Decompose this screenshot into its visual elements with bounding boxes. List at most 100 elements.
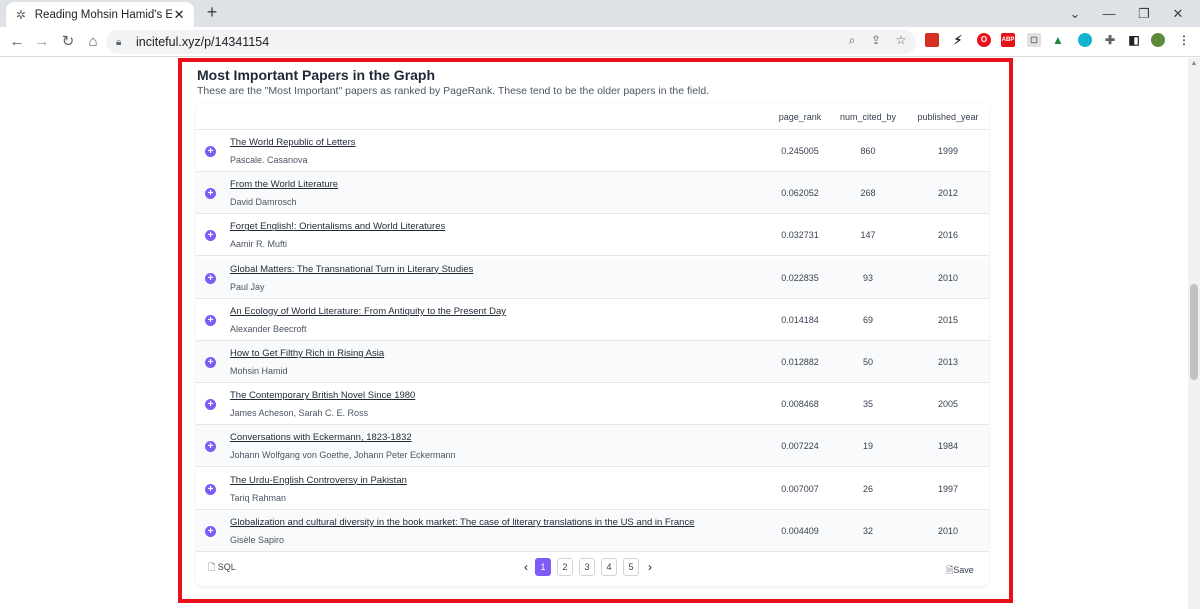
menu-kebab-icon[interactable]: ⋮: [1177, 33, 1191, 47]
lock-icon: 🔒︎: [116, 36, 122, 48]
new-tab-button[interactable]: +: [203, 3, 221, 21]
scroll-thumb[interactable]: [1190, 284, 1198, 380]
paper-authors: Paul Jay: [230, 281, 265, 292]
table-row: + An Ecology of World Literature: From An…: [196, 299, 989, 341]
published-year-cell: 2010: [937, 272, 959, 283]
expand-plus-icon[interactable]: +: [205, 146, 216, 157]
save-button[interactable]: 🗎︎Save: [946, 563, 974, 579]
extension-red-icon[interactable]: [925, 33, 939, 47]
sql-button[interactable]: 🗋︎ SQL: [208, 560, 236, 576]
paper-authors: Gisèle Sapiro: [230, 534, 285, 545]
forward-arrow-icon[interactable]: →: [33, 33, 51, 51]
reload-icon[interactable]: ↻: [59, 33, 77, 51]
table-row: + From the World Literature David Damrosch…: [196, 172, 989, 215]
page-rank-cell: 0.004409: [781, 525, 819, 536]
scroll-up-arrow-icon[interactable]: ▲: [1190, 60, 1198, 68]
extension-circle-icon[interactable]: [1078, 33, 1092, 47]
paper-title-link[interactable]: From the World Literature: [230, 179, 338, 190]
page-3-button[interactable]: 3: [579, 558, 595, 576]
num-cited-by-cell: 69: [862, 314, 873, 325]
home-icon[interactable]: ⌂: [84, 33, 102, 51]
expand-plus-icon[interactable]: +: [205, 230, 216, 242]
opera-extension-icon[interactable]: O: [977, 33, 991, 47]
table-header: page_rank num_cited_by published_year: [196, 104, 989, 130]
paper-title-link[interactable]: Forget English!: Orientalisms and World …: [230, 221, 445, 232]
num-cited-by-cell: 19: [862, 441, 873, 452]
table-row: + The World Republic of Letters Pascale. C…: [196, 130, 989, 172]
page-4-button[interactable]: 4: [601, 558, 617, 576]
paper-title-link[interactable]: An Ecology of World Literature: From Ant…: [230, 306, 506, 317]
expand-plus-icon[interactable]: +: [205, 314, 216, 326]
page-rank-cell: 0.008468: [781, 399, 819, 410]
site-favicon-icon: ✲: [15, 7, 26, 22]
section-subtitle: These are the "Most Important" papers as…: [197, 85, 710, 97]
expand-plus-icon[interactable]: +: [205, 441, 216, 453]
address-bar[interactable]: 🔒︎ inciteful.xyz/p/14341154: [106, 30, 916, 54]
page-scrollbar[interactable]: ▲: [1188, 58, 1200, 609]
next-page-button[interactable]: ›: [645, 558, 655, 576]
paper-title-link[interactable]: The Contemporary British Novel Since 198…: [230, 390, 415, 401]
column-header-published-year[interactable]: published_year: [913, 112, 983, 122]
paper-title-link[interactable]: Globalization and cultural diversity in …: [230, 517, 695, 528]
tab-title: Reading Mohsin Hamid's Exit We: [34, 8, 173, 21]
page-rank-cell: 0.012882: [781, 357, 819, 367]
browser-toolbar: ← → ↻ ⌂ 🔒︎ inciteful.xyz/p/14341154 ⌕ ⇪ …: [0, 27, 1200, 57]
close-window-button[interactable]: ✕: [1156, 0, 1200, 27]
page-1-button[interactable]: 1: [535, 558, 551, 576]
profile-avatar[interactable]: [1151, 33, 1165, 47]
save-label: Save: [953, 565, 974, 575]
bookmark-star-icon[interactable]: ☆: [893, 32, 909, 48]
paper-title-link[interactable]: Conversations with Eckermann, 1823-1832: [230, 432, 412, 443]
table-row: + How to Get Filthy Rich in Rising Asia Mo…: [196, 341, 989, 383]
paper-authors: Tariq Rahman: [230, 492, 287, 503]
paper-authors: Pascale. Casanova: [230, 155, 308, 165]
published-year-cell: 1984: [937, 441, 959, 452]
num-cited-by-cell: 93: [862, 272, 873, 283]
papers-table-card: page_rank num_cited_by published_year + T…: [196, 104, 989, 586]
share-icon[interactable]: ⇪: [868, 32, 884, 48]
browser-tab[interactable]: ✲ Reading Mohsin Hamid's Exit We ✕: [6, 2, 194, 27]
sql-label: SQL: [217, 562, 236, 572]
table-row: + Forget English!: Orientalisms and World…: [196, 214, 989, 257]
paper-title-link[interactable]: The World Republic of Letters: [230, 137, 356, 148]
url-text: inciteful.xyz/p/14341154: [136, 35, 270, 49]
tab-strip: ✲ Reading Mohsin Hamid's Exit We ✕ + ⌄ —…: [0, 0, 1200, 27]
zoom-icon[interactable]: ⌕: [844, 32, 860, 48]
published-year-cell: 2005: [937, 399, 959, 410]
expand-plus-icon[interactable]: +: [205, 483, 216, 495]
num-cited-by-cell: 147: [860, 230, 876, 241]
extensions-puzzle-icon[interactable]: ✚: [1103, 33, 1117, 47]
page-rank-cell: 0.022835: [781, 272, 819, 283]
extension-bolt-icon[interactable]: ⚡︎: [951, 33, 965, 47]
table-row: + The Contemporary British Novel Since 19…: [196, 383, 989, 426]
num-cited-by-cell: 35: [862, 399, 873, 410]
column-header-page-rank[interactable]: page_rank: [778, 112, 822, 122]
extension-doc-icon[interactable]: ▢: [1027, 33, 1041, 47]
prev-page-button[interactable]: ‹: [521, 558, 531, 576]
expand-plus-icon[interactable]: +: [205, 399, 216, 411]
adblock-icon[interactable]: ABP: [1001, 33, 1015, 47]
published-year-cell: 2016: [937, 230, 959, 241]
side-panel-icon[interactable]: ◧: [1127, 33, 1141, 47]
expand-plus-icon[interactable]: +: [205, 525, 216, 537]
table-footer: 🗋︎ SQL ‹ 1 2 3 4 5 › 🗎︎Save: [196, 552, 989, 586]
paper-authors: Mohsin Hamid: [230, 366, 288, 376]
page-2-button[interactable]: 2: [557, 558, 573, 576]
paper-title-link[interactable]: How to Get Filthy Rich in Rising Asia: [230, 348, 384, 359]
page-5-button[interactable]: 5: [623, 558, 639, 576]
published-year-cell: 2015: [937, 314, 959, 325]
close-tab-icon[interactable]: ✕: [172, 7, 186, 22]
section-title: Most Important Papers in the Graph: [197, 67, 436, 83]
column-header-num-cited-by[interactable]: num_cited_by: [838, 112, 898, 122]
table-row: + The Urdu-English Controversy in Pakista…: [196, 468, 989, 510]
paper-title-link[interactable]: The Urdu-English Controversy in Pakistan: [230, 475, 407, 486]
table-row: + Globalization and cultural diversity in…: [196, 509, 989, 552]
paper-title-link[interactable]: Global Matters: The Transnational Turn i…: [230, 264, 473, 275]
expand-plus-icon[interactable]: +: [205, 357, 216, 368]
expand-plus-icon[interactable]: +: [205, 272, 216, 284]
back-arrow-icon[interactable]: ←: [8, 33, 26, 51]
expand-plus-icon[interactable]: +: [205, 188, 216, 200]
published-year-cell: 1997: [937, 483, 959, 494]
google-drive-icon[interactable]: ▲: [1051, 33, 1065, 47]
published-year-cell: 1999: [937, 146, 959, 156]
